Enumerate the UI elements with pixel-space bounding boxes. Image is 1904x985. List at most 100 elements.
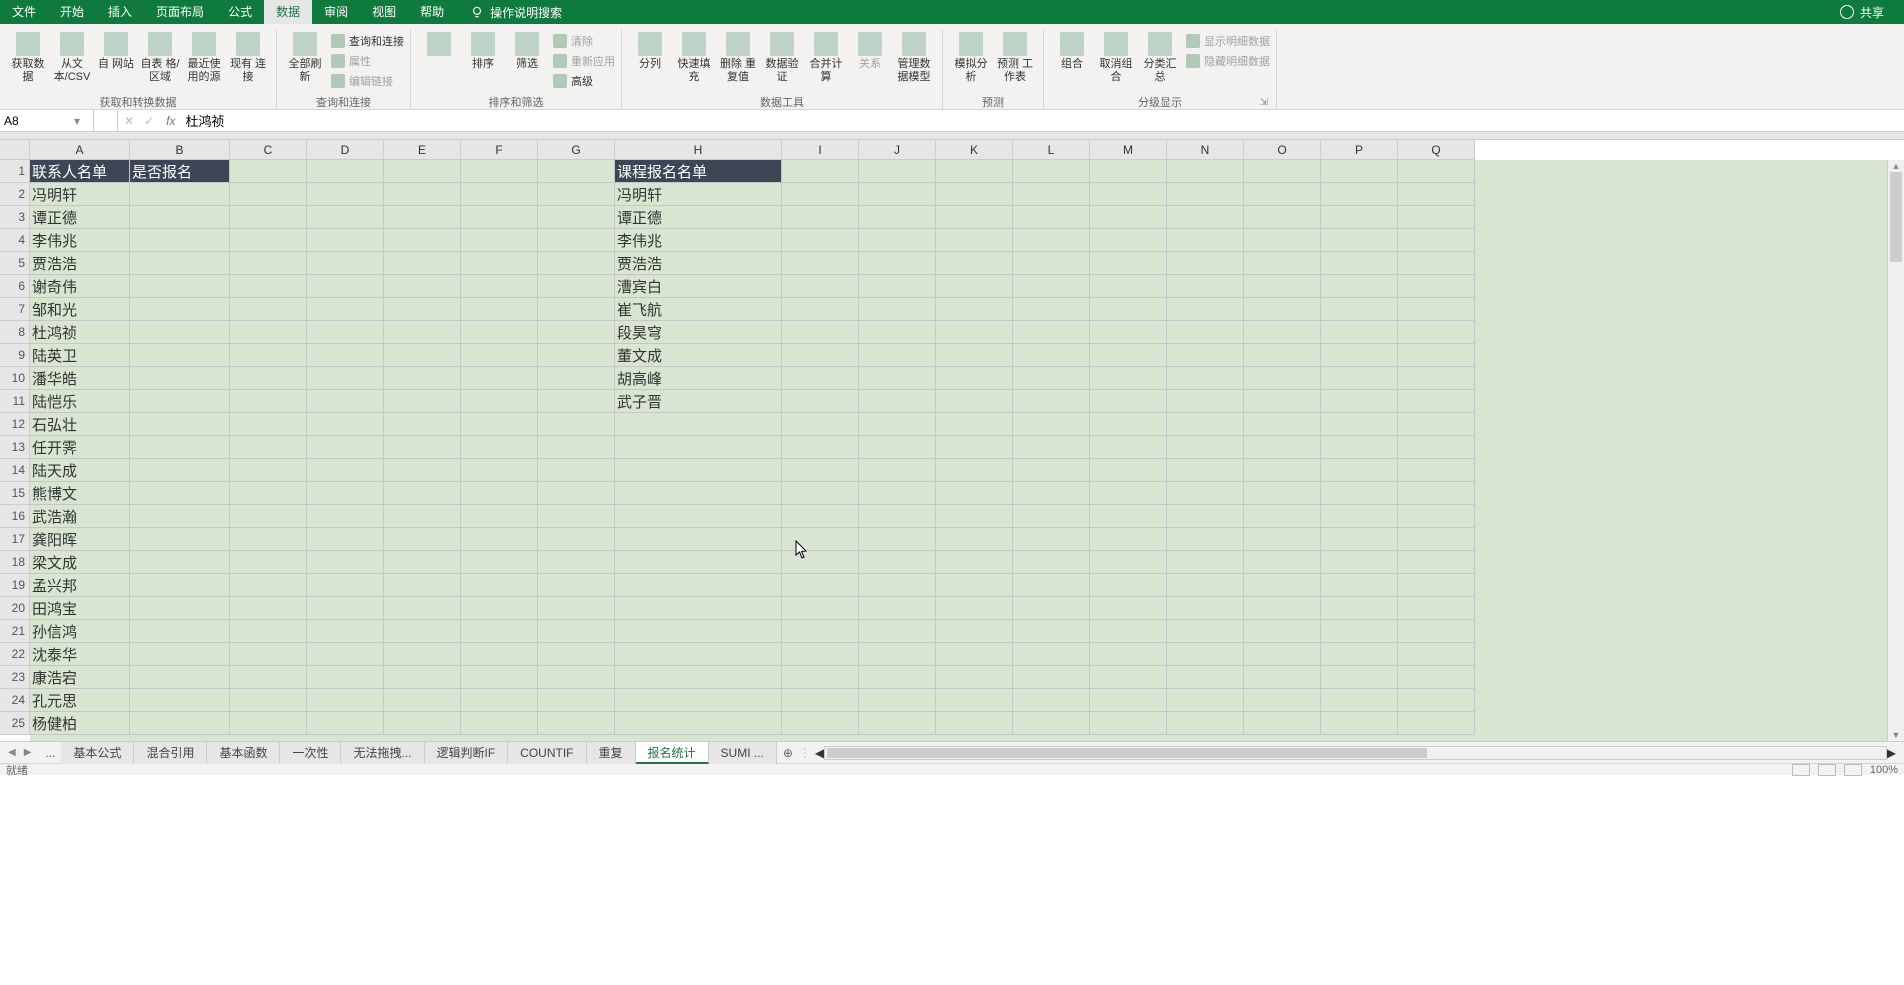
ribbon-button[interactable]: 删除 重复值 (716, 30, 760, 86)
cell-M23[interactable] (1090, 666, 1167, 689)
cell-D13[interactable] (307, 436, 384, 459)
cell-M3[interactable] (1090, 206, 1167, 229)
cell-M22[interactable] (1090, 643, 1167, 666)
cell-E25[interactable] (384, 712, 461, 735)
cell-K23[interactable] (936, 666, 1013, 689)
cell-J18[interactable] (859, 551, 936, 574)
cell-G15[interactable] (538, 482, 615, 505)
cell-C6[interactable] (230, 275, 307, 298)
cell-J17[interactable] (859, 528, 936, 551)
cell-E12[interactable] (384, 413, 461, 436)
cell-E19[interactable] (384, 574, 461, 597)
ribbon-button[interactable]: 全部刷新 (283, 30, 327, 86)
cell-L10[interactable] (1013, 367, 1090, 390)
cell-G9[interactable] (538, 344, 615, 367)
cell-N24[interactable] (1167, 689, 1244, 712)
cell-F16[interactable] (461, 505, 538, 528)
cell-K1[interactable] (936, 160, 1013, 183)
cell-Q25[interactable] (1398, 712, 1475, 735)
cell-I12[interactable] (782, 413, 859, 436)
cell-J1[interactable] (859, 160, 936, 183)
cell-B9[interactable] (130, 344, 230, 367)
cell-Q2[interactable] (1398, 183, 1475, 206)
cell-I20[interactable] (782, 597, 859, 620)
cell-N25[interactable] (1167, 712, 1244, 735)
cell-J23[interactable] (859, 666, 936, 689)
cell-O5[interactable] (1244, 252, 1321, 275)
cell-B17[interactable] (130, 528, 230, 551)
ribbon-button[interactable]: 获取数 据 (6, 30, 50, 86)
cell-D8[interactable] (307, 321, 384, 344)
add-sheet-button[interactable]: ⊕ (777, 746, 799, 760)
column-header-L[interactable]: L (1013, 140, 1090, 160)
cell-L23[interactable] (1013, 666, 1090, 689)
cell-A21[interactable]: 孙信鸿 (30, 620, 130, 643)
cell-I21[interactable] (782, 620, 859, 643)
column-header-C[interactable]: C (230, 140, 307, 160)
sheet-tab-无法拖拽...[interactable]: 无法拖拽... (341, 742, 424, 764)
cell-M12[interactable] (1090, 413, 1167, 436)
cell-H10[interactable]: 胡高峰 (615, 367, 782, 390)
cell-N13[interactable] (1167, 436, 1244, 459)
cell-D2[interactable] (307, 183, 384, 206)
cell-G18[interactable] (538, 551, 615, 574)
ribbon-button[interactable]: 组合 (1050, 30, 1094, 73)
cell-M20[interactable] (1090, 597, 1167, 620)
menu-tab-开始[interactable]: 开始 (48, 0, 96, 24)
cell-J2[interactable] (859, 183, 936, 206)
row-header-2[interactable]: 2 (0, 183, 30, 206)
cell-Q17[interactable] (1398, 528, 1475, 551)
cell-H22[interactable] (615, 643, 782, 666)
cell-N17[interactable] (1167, 528, 1244, 551)
cell-Q3[interactable] (1398, 206, 1475, 229)
cell-M2[interactable] (1090, 183, 1167, 206)
cell-K10[interactable] (936, 367, 1013, 390)
cell-J3[interactable] (859, 206, 936, 229)
cell-E3[interactable] (384, 206, 461, 229)
cell-F15[interactable] (461, 482, 538, 505)
cell-D3[interactable] (307, 206, 384, 229)
cell-F3[interactable] (461, 206, 538, 229)
cell-C9[interactable] (230, 344, 307, 367)
menu-tab-插入[interactable]: 插入 (96, 0, 144, 24)
cells-area[interactable]: 联系人名单是否报名课程报名名单冯明轩冯明轩谭正德谭正德李伟兆李伟兆贾浩浩贾浩浩谢… (30, 160, 1904, 741)
ribbon-button[interactable] (417, 30, 461, 60)
cell-B7[interactable] (130, 298, 230, 321)
cell-Q15[interactable] (1398, 482, 1475, 505)
cell-P3[interactable] (1321, 206, 1398, 229)
cell-O15[interactable] (1244, 482, 1321, 505)
cell-C25[interactable] (230, 712, 307, 735)
menu-tab-审阅[interactable]: 审阅 (312, 0, 360, 24)
cell-N2[interactable] (1167, 183, 1244, 206)
cell-O23[interactable] (1244, 666, 1321, 689)
cell-N23[interactable] (1167, 666, 1244, 689)
cell-G6[interactable] (538, 275, 615, 298)
cell-A3[interactable]: 谭正德 (30, 206, 130, 229)
cell-A8[interactable]: 杜鸿祯 (30, 321, 130, 344)
cell-I13[interactable] (782, 436, 859, 459)
cell-P15[interactable] (1321, 482, 1398, 505)
cell-P5[interactable] (1321, 252, 1398, 275)
cell-N19[interactable] (1167, 574, 1244, 597)
cell-B8[interactable] (130, 321, 230, 344)
cell-A24[interactable]: 孔元思 (30, 689, 130, 712)
ribbon-button[interactable]: 取消组合 (1094, 30, 1138, 86)
cell-A1[interactable]: 联系人名单 (30, 160, 130, 183)
cell-P14[interactable] (1321, 459, 1398, 482)
cell-D22[interactable] (307, 643, 384, 666)
cell-H25[interactable] (615, 712, 782, 735)
cell-D25[interactable] (307, 712, 384, 735)
cell-O11[interactable] (1244, 390, 1321, 413)
cell-J7[interactable] (859, 298, 936, 321)
cell-G1[interactable] (538, 160, 615, 183)
tabs-overflow-left[interactable]: ... (39, 746, 61, 760)
cell-H11[interactable]: 武子晋 (615, 390, 782, 413)
cell-C19[interactable] (230, 574, 307, 597)
ribbon-button[interactable]: 从文 本/CSV (50, 30, 94, 86)
cell-P6[interactable] (1321, 275, 1398, 298)
cell-C3[interactable] (230, 206, 307, 229)
ribbon-button[interactable]: 现有 连接 (226, 30, 270, 86)
menu-tab-视图[interactable]: 视图 (360, 0, 408, 24)
cell-I19[interactable] (782, 574, 859, 597)
cell-D12[interactable] (307, 413, 384, 436)
